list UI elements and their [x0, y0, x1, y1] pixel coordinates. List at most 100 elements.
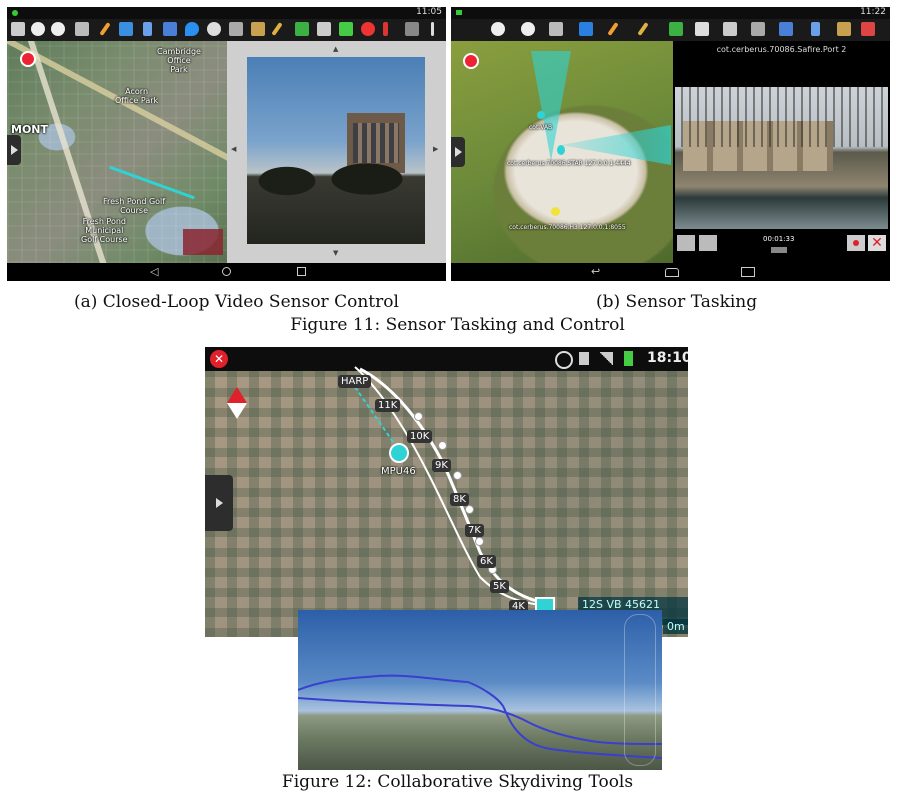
image-icon[interactable]: [695, 22, 709, 36]
stack-icon[interactable]: [229, 22, 243, 36]
panel-b-screenshot: 11:22 cot.VAB cot.cerberus.70086.STAR 12…: [451, 7, 890, 281]
pencil-icon[interactable]: [99, 22, 111, 36]
stack-icon[interactable]: [751, 22, 765, 36]
altitude-label: 6K: [477, 555, 496, 568]
track-waypoint[interactable]: [438, 441, 447, 450]
sensor-marker-star[interactable]: [557, 145, 565, 155]
crosshair-icon[interactable]: [361, 22, 375, 36]
phone-icon[interactable]: [811, 22, 820, 36]
panel-a-side-drawer-handle[interactable]: [7, 135, 21, 165]
zoom-out-icon[interactable]: [51, 22, 65, 36]
lock-icon[interactable]: [549, 22, 563, 36]
status-dot: [12, 10, 18, 16]
chart-icon[interactable]: [723, 22, 737, 36]
alert-icon[interactable]: [861, 22, 875, 36]
caption-panel-a: (a) Closed-Loop Video Sensor Control: [74, 292, 399, 312]
altitude-label: 8K: [450, 493, 469, 506]
altitude-label: 10K: [407, 430, 433, 443]
zoom-out-icon[interactable]: [521, 22, 535, 36]
figure-12-screenshot: ✕ 18:10 HARP 11K 10K 9K 8K 7K 6K 5K 4K M…: [205, 347, 688, 637]
recents-icon[interactable]: [741, 267, 755, 277]
callsign-harp: HARP: [338, 375, 372, 388]
list-icon[interactable]: [699, 235, 717, 251]
record-dot-icon: [853, 240, 859, 246]
3d-track-lines: [298, 674, 662, 759]
video-time: 00:01:33: [763, 235, 795, 243]
overlay-icon[interactable]: [837, 22, 851, 36]
flag-icon[interactable]: [669, 22, 683, 36]
sensor-marker-vab[interactable]: [537, 111, 545, 119]
back-icon[interactable]: ◁: [150, 265, 158, 278]
overflow-menu-icon[interactable]: [431, 22, 434, 36]
map-label-h3: cot.cerberus.70086.H3 127.0.0.1:8055: [509, 224, 626, 231]
panel-a-video-pane: ▲ ◀ ▶ ▼: [227, 41, 446, 263]
export-icon[interactable]: [677, 235, 695, 251]
map-label-belmont: MONT: [11, 123, 49, 136]
chat-icon[interactable]: [779, 22, 793, 36]
panel-b-side-drawer-handle[interactable]: [451, 137, 465, 167]
video-arrow-down-icon[interactable]: ▼: [333, 249, 338, 257]
jump-track-overlay: [354, 366, 541, 606]
aircraft-heading-line: [354, 386, 401, 453]
map-pin-icon[interactable]: [185, 22, 199, 36]
home-icon[interactable]: [665, 268, 679, 277]
red-marker-box[interactable]: [183, 229, 223, 255]
figure-11-caption: Figure 11: Sensor Tasking and Control: [290, 315, 625, 335]
back-icon[interactable]: ↩: [591, 265, 600, 278]
scrub-icon[interactable]: [771, 247, 787, 253]
track-waypoint[interactable]: [414, 412, 423, 421]
chat-icon[interactable]: [163, 22, 177, 36]
video-arrow-right-icon[interactable]: ▶: [433, 145, 438, 153]
antenna-icon[interactable]: [383, 22, 388, 36]
panel-b-status-bar: 11:22: [451, 7, 890, 19]
route-icon[interactable]: [119, 22, 133, 36]
zoom-in-icon[interactable]: [491, 22, 505, 36]
ruler-icon[interactable]: [637, 22, 649, 36]
video-arrow-up-icon[interactable]: ▲: [333, 45, 338, 53]
navigation-arrow-icon[interactable]: [579, 22, 593, 36]
ruler-icon[interactable]: [271, 22, 283, 36]
phone-icon[interactable]: [143, 22, 152, 36]
home-icon[interactable]: [222, 267, 231, 276]
distance-readout: 0m: [663, 619, 688, 634]
3d-track-path: [298, 697, 662, 745]
panel-b-map[interactable]: cot.VAB cot.cerberus.70086.STAR 127.0.0.…: [451, 41, 673, 263]
recents-icon[interactable]: [297, 267, 306, 276]
panel-a-video-frame[interactable]: [247, 57, 425, 244]
figure-12-3d-track-view[interactable]: [298, 610, 662, 770]
figure-12-caption: Figure 12: Collaborative Skydiving Tools: [281, 772, 634, 792]
panel-a-status-bar: 11:05: [7, 7, 446, 19]
altitude-label: 11K: [375, 399, 401, 412]
tree-icon[interactable]: [405, 22, 419, 36]
flag-icon[interactable]: [295, 22, 309, 36]
close-video-button[interactable]: ✕: [868, 235, 886, 251]
video-arrow-left-icon[interactable]: ◀: [231, 145, 236, 153]
mpu46-marker[interactable]: [389, 443, 409, 463]
track-waypoint[interactable]: [475, 537, 484, 546]
status-dot: [456, 10, 462, 15]
video-controls: 00:01:33 ✕: [673, 231, 890, 263]
lock-icon[interactable]: [75, 22, 89, 36]
drone-icon[interactable]: [339, 22, 353, 36]
altitude-label: 7K: [465, 524, 484, 537]
map-label-acorn-office-park: Acorn Office Park: [115, 87, 159, 105]
video-feed-title: cot.cerberus.70086.Safire.Port 2: [716, 45, 847, 54]
map-label-fresh-pond-golf: Fresh Pond Golf Course: [103, 197, 166, 215]
3d-navigation-controls[interactable]: [624, 614, 656, 766]
panel-a-map[interactable]: Cambridge Office Park Acorn Office Park …: [7, 41, 227, 263]
compass-north-marker: [463, 53, 479, 69]
panel-b-toolbar: [451, 19, 890, 41]
overlay-icon[interactable]: [251, 22, 265, 36]
pencil-icon[interactable]: [607, 22, 619, 36]
sensor-marker-h3[interactable]: [551, 207, 560, 216]
zoom-in-icon[interactable]: [31, 22, 45, 36]
layers-icon[interactable]: [11, 22, 25, 36]
camera-icon[interactable]: [317, 22, 331, 36]
compass-icon[interactable]: [207, 22, 221, 36]
caption-panel-b: (b) Sensor Tasking: [596, 292, 758, 312]
3d-track-path: [298, 674, 662, 759]
panel-b-video-frame[interactable]: [675, 87, 888, 229]
track-waypoint[interactable]: [453, 471, 462, 480]
track-waypoint[interactable]: [465, 505, 474, 514]
panel-a-toolbar: [7, 19, 446, 41]
